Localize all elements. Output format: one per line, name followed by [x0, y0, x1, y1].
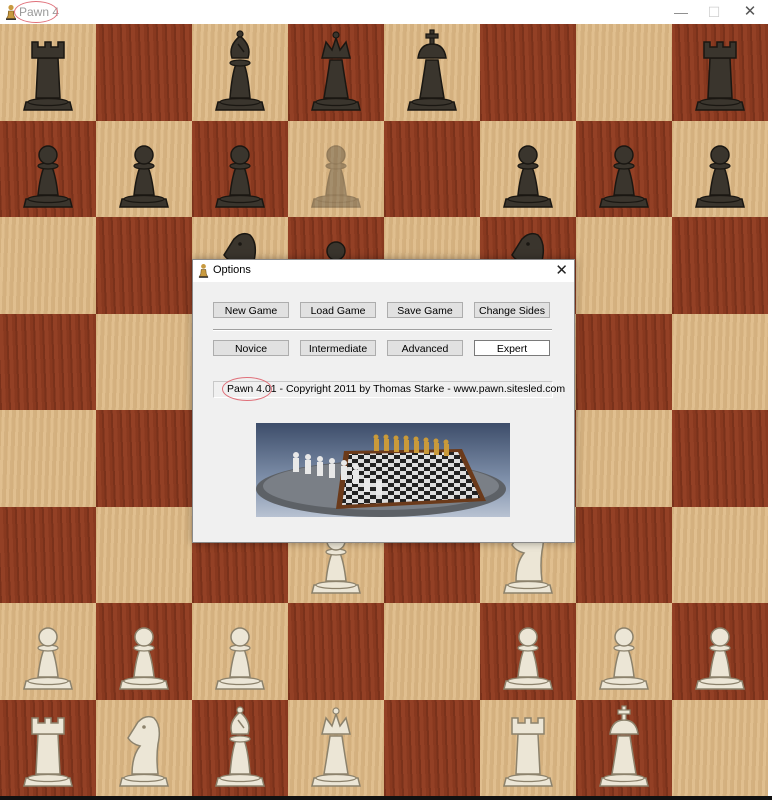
- black-rook-icon[interactable]: [0, 24, 96, 120]
- board-square-h1[interactable]: [672, 699, 768, 796]
- annotation-circle: [222, 377, 272, 401]
- board-square-h6[interactable]: [672, 217, 768, 314]
- white-king-icon[interactable]: [576, 700, 672, 796]
- novice-button[interactable]: Novice: [213, 340, 289, 356]
- expert-button[interactable]: Expert: [474, 340, 550, 356]
- board-edge: [768, 24, 772, 800]
- board-square-b4[interactable]: [96, 410, 192, 507]
- black-pawn-icon[interactable]: [576, 121, 672, 217]
- white-knight-icon[interactable]: [96, 700, 192, 796]
- board-square-f8[interactable]: [480, 24, 576, 121]
- white-pawn-icon[interactable]: [576, 603, 672, 699]
- white-rook-icon[interactable]: [480, 700, 576, 796]
- white-rook-icon[interactable]: [0, 700, 96, 796]
- board-square-a5[interactable]: [0, 313, 96, 410]
- dialog-title: Options: [213, 264, 251, 276]
- board-square-g6[interactable]: [576, 217, 672, 314]
- black-pawn-icon[interactable]: [288, 121, 384, 217]
- board-square-b5[interactable]: [96, 313, 192, 410]
- white-bishop-icon[interactable]: [192, 700, 288, 796]
- close-button[interactable]: ✕: [733, 0, 767, 24]
- dialog-close-button[interactable]: ✕: [555, 261, 568, 279]
- black-bishop-icon[interactable]: [192, 24, 288, 120]
- board-square-b3[interactable]: [96, 506, 192, 603]
- board-square-a3[interactable]: [0, 506, 96, 603]
- white-pawn-icon[interactable]: [96, 603, 192, 699]
- maximize-button[interactable]: ☐: [697, 0, 731, 24]
- black-pawn-icon[interactable]: [0, 121, 96, 217]
- board-square-b6[interactable]: [96, 217, 192, 314]
- black-pawn-icon[interactable]: [480, 121, 576, 217]
- change-sides-button[interactable]: Change Sides: [474, 302, 550, 318]
- minimize-button[interactable]: —: [664, 0, 698, 24]
- board-square-b8[interactable]: [96, 24, 192, 121]
- black-pawn-icon[interactable]: [96, 121, 192, 217]
- board-square-h3[interactable]: [672, 506, 768, 603]
- board-square-h5[interactable]: [672, 313, 768, 410]
- white-pawn-icon[interactable]: [0, 603, 96, 699]
- annotation-circle: [14, 1, 58, 23]
- black-king-icon[interactable]: [384, 24, 480, 120]
- board-square-h4[interactable]: [672, 410, 768, 507]
- board-square-a4[interactable]: [0, 410, 96, 507]
- title-bar: Pawn 4 — ☐ ✕: [0, 0, 772, 25]
- app-pawn-icon: [198, 263, 209, 278]
- board-edge: [0, 796, 772, 800]
- white-pawn-icon[interactable]: [480, 603, 576, 699]
- black-queen-icon[interactable]: [288, 24, 384, 120]
- save-game-button[interactable]: Save Game: [387, 302, 463, 318]
- version-info-text: Pawn 4.01 - Copyright 2011 by Thomas Sta…: [227, 383, 566, 395]
- board-square-d2[interactable]: [288, 603, 384, 700]
- board-square-g8[interactable]: [576, 24, 672, 121]
- black-pawn-icon[interactable]: [672, 121, 768, 217]
- new-game-button[interactable]: New Game: [213, 302, 289, 318]
- advanced-button[interactable]: Advanced: [387, 340, 463, 356]
- white-pawn-icon[interactable]: [192, 603, 288, 699]
- separator: [213, 329, 552, 331]
- load-game-button[interactable]: Load Game: [300, 302, 376, 318]
- chess-set-image: [256, 423, 510, 517]
- board-square-g3[interactable]: [576, 506, 672, 603]
- white-pawn-icon[interactable]: [672, 603, 768, 699]
- board-square-e2[interactable]: [384, 603, 480, 700]
- white-queen-icon[interactable]: [288, 700, 384, 796]
- options-dialog: Options ✕ New Game Load Game Save Game C…: [192, 259, 575, 543]
- board-square-a6[interactable]: [0, 217, 96, 314]
- board-square-e1[interactable]: [384, 699, 480, 796]
- dialog-title-bar: Options ✕: [193, 260, 574, 282]
- intermediate-button[interactable]: Intermediate: [300, 340, 376, 356]
- board-square-g5[interactable]: [576, 313, 672, 410]
- black-pawn-icon[interactable]: [192, 121, 288, 217]
- board-square-e7[interactable]: [384, 120, 480, 217]
- black-rook-icon[interactable]: [672, 24, 768, 120]
- board-square-g4[interactable]: [576, 410, 672, 507]
